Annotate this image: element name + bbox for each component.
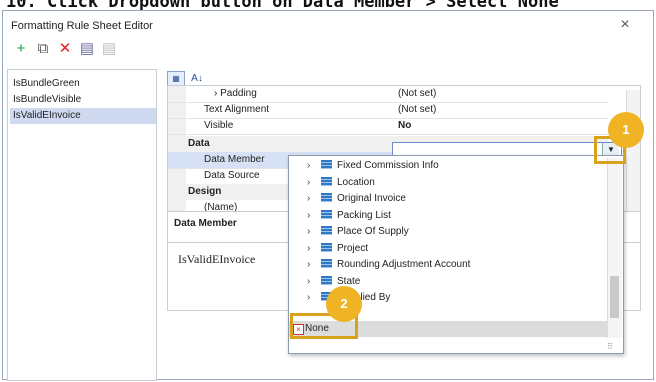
- property-value[interactable]: No: [398, 118, 411, 134]
- delete-rule-button[interactable]: ✕: [55, 39, 75, 59]
- window-title: Formatting Rule Sheet Editor: [11, 20, 153, 32]
- property-row-text-alignment[interactable]: Text Alignment (Not set): [168, 102, 608, 119]
- property-key: › Padding: [214, 88, 257, 99]
- property-key: Text Alignment: [204, 104, 270, 115]
- dropdown-item-label: Project: [337, 242, 369, 254]
- clear-all-button[interactable]: ▤: [99, 39, 119, 59]
- chevron-right-icon: ›: [307, 259, 311, 270]
- table-icon: [321, 226, 332, 235]
- clear-all-icon: ▤: [101, 40, 117, 57]
- resize-grip-icon[interactable]: ⠿: [607, 342, 613, 351]
- dropdown-item-label: Rounding Adjustment Account: [337, 259, 471, 270]
- dropdown-item[interactable]: › Project: [307, 241, 368, 257]
- chevron-right-icon: ›: [307, 226, 311, 237]
- dropdown-item[interactable]: › Rounding Adjustment Account: [307, 257, 470, 273]
- dropdown-item[interactable]: › Original Invoice: [307, 191, 406, 207]
- dropdown-item-label: Location: [337, 176, 375, 188]
- chevron-right-icon: ›: [307, 176, 311, 188]
- scrollbar-thumb[interactable]: [610, 276, 619, 318]
- table-icon: [321, 275, 332, 285]
- property-key: Data Source: [204, 170, 260, 181]
- property-key: Data Member: [204, 154, 265, 165]
- dropdown-scrollbar[interactable]: [607, 158, 622, 338]
- copy-rule-button[interactable]: ⧉: [33, 39, 53, 59]
- property-value[interactable]: (Not set): [398, 102, 436, 118]
- description-title: Data Member: [174, 218, 237, 229]
- grid-scrollbar[interactable]: [626, 90, 640, 214]
- clear-button[interactable]: ▤: [77, 39, 97, 59]
- dropdown-item-label: Place Of Supply: [337, 226, 409, 237]
- add-rule-button[interactable]: +: [11, 39, 31, 59]
- chevron-right-icon: ›: [307, 193, 311, 204]
- table-icon: [321, 242, 332, 252]
- rule-item-isbundlevisible[interactable]: IsBundleVisible: [10, 92, 156, 108]
- table-icon: [321, 160, 332, 169]
- callout-1: 1: [608, 112, 644, 148]
- copy-icon: ⧉: [37, 40, 49, 57]
- table-icon: [321, 193, 332, 202]
- chevron-right-icon: ›: [307, 242, 311, 254]
- dropdown-item-label: Fixed Commission Info: [337, 160, 439, 171]
- property-value[interactable]: (Not set): [398, 86, 436, 102]
- property-row-padding[interactable]: › Padding (Not set): [168, 86, 608, 103]
- callout-2: 2: [326, 286, 362, 322]
- dropdown-item-label: Original Invoice: [337, 193, 406, 204]
- dropdown-item-label: State: [337, 275, 361, 287]
- plus-icon: +: [16, 40, 26, 57]
- delete-icon: ✕: [58, 40, 72, 57]
- property-row-visible[interactable]: Visible No: [168, 118, 608, 135]
- chevron-right-icon: ›: [307, 275, 311, 287]
- dropdown-item[interactable]: › Location: [307, 175, 375, 191]
- property-key: Visible: [204, 120, 234, 131]
- dropdown-item[interactable]: › Place Of Supply: [307, 224, 409, 240]
- table-icon: [321, 259, 332, 268]
- clear-icon: ▤: [79, 40, 95, 57]
- dropdown-item-label: Packing List: [337, 209, 391, 221]
- description-text: IsValidEInvoice: [178, 252, 256, 266]
- rule-list: IsBundleGreen IsBundleVisible IsValidEIn…: [7, 69, 157, 381]
- close-icon[interactable]: ×: [615, 15, 635, 35]
- chevron-right-icon: ›: [307, 160, 311, 171]
- chevron-right-icon: ›: [307, 209, 311, 221]
- table-icon: [321, 176, 332, 186]
- rule-item-isbundlegreen[interactable]: IsBundleGreen: [10, 76, 156, 92]
- table-icon: [321, 209, 332, 219]
- chevron-right-icon: ›: [307, 292, 311, 303]
- sort-alpha-icon[interactable]: A↓: [189, 72, 205, 86]
- dropdown-item[interactable]: › Packing List: [307, 208, 391, 224]
- dropdown-item[interactable]: › Fixed Commission Info: [307, 158, 439, 174]
- rule-item-isvalideinvoice[interactable]: IsValidEInvoice: [10, 108, 156, 124]
